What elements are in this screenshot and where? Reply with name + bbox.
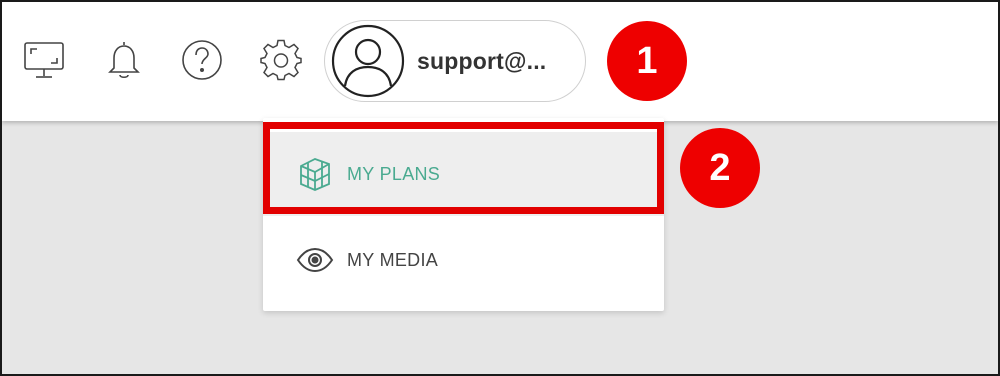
eye-icon <box>295 240 335 280</box>
account-menu-button[interactable]: support@... <box>324 20 586 102</box>
user-avatar-icon <box>331 24 405 98</box>
menu-item-my-plans[interactable]: MY PLANS <box>263 132 664 216</box>
menu-item-my-media[interactable]: MY MEDIA <box>263 218 664 302</box>
bell-icon[interactable] <box>102 38 146 82</box>
plans-icon <box>295 154 335 194</box>
account-email: support@... <box>417 48 547 74</box>
menu-item-label: MY PLANS <box>347 163 441 184</box>
screenshot-frame: support@... 1 MY PLANS MY MEDIA 2 <box>0 0 1000 376</box>
step-1-badge: 1 <box>607 21 687 101</box>
account-dropdown-menu: MY PLANS MY MEDIA <box>263 118 664 311</box>
gear-icon[interactable] <box>259 38 303 82</box>
menu-item-label: MY MEDIA <box>347 249 439 270</box>
help-icon[interactable] <box>180 38 224 82</box>
top-toolbar: support@... <box>2 2 998 121</box>
step-2-badge: 2 <box>680 128 760 208</box>
monitor-icon[interactable] <box>22 38 66 82</box>
